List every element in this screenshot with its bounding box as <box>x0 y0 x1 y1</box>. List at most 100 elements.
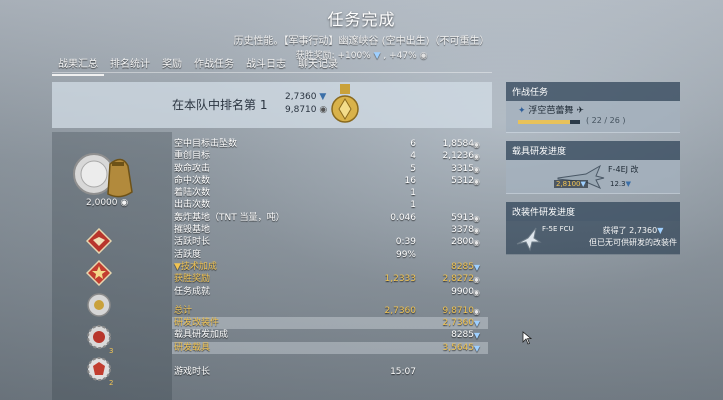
stat-row: 空中目标击坠数 6 1,8584 ◉ <box>172 138 488 150</box>
stat-row: ▼技术加成 8285 ▼ <box>172 261 488 273</box>
stat-row: 命中次数 16 5312 ◉ <box>172 175 488 187</box>
stat-label: 活跃时长 <box>174 237 211 248</box>
mission-subtitle: 历史性能。【军事行动】幽邃峡谷 (空中出生)（不可重生） <box>233 36 490 47</box>
stat-value: 5312 <box>451 175 474 186</box>
rank-values: 2,7360 ▼ 9,8710 ◉ <box>285 91 327 117</box>
medal-count-2: 2 <box>109 379 114 387</box>
stats-spacer <box>172 298 488 305</box>
rp-icon: ▼ <box>473 331 480 341</box>
stat-value: 2800 <box>451 237 474 248</box>
stat-row: 轰炸基地（TNT 当量，吨） 0.046 5913 ◉ <box>172 212 488 224</box>
silver-lion-icon: ◉ <box>319 105 328 115</box>
stat-row: 摧毁基地 3378 ◉ <box>172 224 488 236</box>
rp-icon: ▼ <box>473 343 480 353</box>
stat-value: 8285 <box>451 330 474 341</box>
stat-label: 总计 <box>174 305 193 316</box>
silver-lion-icon: ◉ <box>473 238 480 248</box>
stat-label: 活跃度 <box>174 249 202 260</box>
tab-divider <box>52 72 492 73</box>
stat-row: 活跃度 99% <box>172 249 488 261</box>
stat-label: 致命攻击 <box>174 163 211 174</box>
play-time-label: 游戏时长 <box>174 367 211 378</box>
silver-lion-icon: ◉ <box>473 176 480 186</box>
stat-row: 致命攻击 5 3315 ◉ <box>172 163 488 175</box>
stat-label: ▼技术加成 <box>174 261 217 272</box>
vehicle-bonus-value: 12.3 <box>610 180 626 188</box>
stat-row: 研发载具 3,5645 ▼ <box>172 341 488 355</box>
silver-lion-icon: ◉ <box>419 51 428 61</box>
mission-header: 作战任务 <box>506 82 680 101</box>
silver-lion-icon: ◉ <box>473 213 480 223</box>
silver-lion-icon: ◉ <box>473 164 480 174</box>
mod-research-body[interactable]: F-5E FCU 获得了 2,7360▼ 但已无可供研发的改装件 <box>506 221 680 255</box>
mission-body[interactable]: ✦ 浮空芭蕾舞 ✈ ( 22 / 26 ) <box>506 101 680 133</box>
rank-panel: 在本队中排名第 1 2,7360 ▼ 9,8710 ◉ <box>52 82 492 128</box>
rp-icon: ▼ <box>373 51 381 61</box>
mission-progress-text: ( 22 / 26 ) <box>586 116 626 125</box>
mission-name: 浮空芭蕾舞 <box>528 106 574 116</box>
stat-row: 研发改装件 2,7360 ▼ <box>172 317 488 330</box>
first-place-medal-icon <box>331 84 359 123</box>
stat-row: 载具研发加成 8285 ▼ <box>172 329 488 341</box>
stat-value: 3315 <box>451 163 474 174</box>
stat-value: 3,5645 <box>442 342 475 353</box>
stat-row: 总计 2,7360 9,8710 ◉ <box>172 305 488 317</box>
stat-row: 着陆次数 1 <box>172 187 488 199</box>
stat-row: 获胜奖励 1,2333 2,8272 ◉ <box>172 273 488 285</box>
mouse-cursor-icon <box>522 331 532 345</box>
mission-panel: 作战任务 ✦ 浮空芭蕾舞 ✈ ( 22 / 26 ) <box>506 82 680 133</box>
plane-icon: ✈ <box>576 106 584 116</box>
stat-label: 命中次数 <box>174 175 211 186</box>
silver-lion-icon: ◉ <box>117 198 129 208</box>
red-star-medal-icon <box>86 260 112 286</box>
stat-value: 2,1236 <box>442 151 475 162</box>
vehicle-rp: 2,8100▼ <box>554 180 588 188</box>
header: 任务完成 历史性能。【军事行动】幽邃峡谷 (空中出生)（不可重生） 获胜奖励: … <box>0 0 723 61</box>
vehicle-research-body[interactable]: F-4EJ 改 2,8100▼ 12.3▼ <box>506 160 680 194</box>
mod-research-panel: 改装件研发进度 F-5E FCU 获得了 2,7360▼ 但已无可供研发的改装件 <box>506 202 680 255</box>
silver-wreath-medal-icon <box>87 293 111 317</box>
silver-lion-icon: ◉ <box>473 226 480 236</box>
jet-mod-icon <box>516 227 542 252</box>
rank-value-silver: 9,8710 <box>285 105 317 115</box>
stat-value: 2,7360 <box>442 318 475 329</box>
rp-icon: ▼ <box>625 180 631 188</box>
stat-row: 重创目标 4 2,1236 ◉ <box>172 150 488 162</box>
silver-lion-icon: ◉ <box>473 306 480 316</box>
stat-value: 1,8584 <box>442 139 475 149</box>
mod-name: F-5E FCU <box>542 225 574 233</box>
vehicle-research-header: 载具研发进度 <box>506 141 680 160</box>
stat-value: 8285 <box>451 261 474 272</box>
stat-label: 载具研发加成 <box>174 330 229 341</box>
silver-lions-bag-icon <box>73 153 133 198</box>
medal-count-3: 3 <box>109 347 114 355</box>
stat-label: 任务成就 <box>174 286 211 297</box>
mod-line2: 但已无可供研发的改装件 <box>589 238 677 247</box>
stat-label: 摧毁基地 <box>174 225 211 236</box>
stat-label: 空中目标击坠数 <box>174 139 238 149</box>
stat-value: 3378 <box>451 225 474 236</box>
stat-value: 9,8710 <box>442 305 475 316</box>
stat-label: 重创目标 <box>174 151 211 162</box>
silver-lions-value: 2,0000 ◉ <box>86 198 128 208</box>
mission-name-row: ✦ 浮空芭蕾舞 ✈ <box>518 103 584 116</box>
rp-icon: ▼ <box>319 92 327 102</box>
stat-label: 出击次数 <box>174 200 211 211</box>
stat-count: 1 <box>410 188 416 199</box>
stat-row: 出击次数 1 <box>172 199 488 211</box>
rp-icon: ▼ <box>473 319 480 329</box>
vehicle-name: F-4EJ 改 <box>608 165 639 174</box>
mod-research-header: 改装件研发进度 <box>506 202 680 221</box>
silver-lion-icon: ◉ <box>473 275 480 285</box>
rank-value-rp: 2,7360 <box>285 92 317 102</box>
vehicle-bonus: 12.3▼ <box>610 180 631 188</box>
stat-count: 99% <box>395 249 416 260</box>
red-eagle-medal-icon <box>86 228 112 254</box>
vehicle-research-panel: 载具研发进度 F-4EJ 改 2,8100▼ 12.3▼ <box>506 141 680 194</box>
stats-spacer <box>172 354 488 366</box>
stat-row: 活跃时长 0:39 2800 ◉ <box>172 236 488 248</box>
mission-icon: ✦ <box>518 106 526 116</box>
stat-label: 轰炸基地（TNT 当量，吨） <box>174 212 285 223</box>
silver-lion-icon: ◉ <box>473 140 480 149</box>
silver-lion-icon: ◉ <box>473 287 480 297</box>
